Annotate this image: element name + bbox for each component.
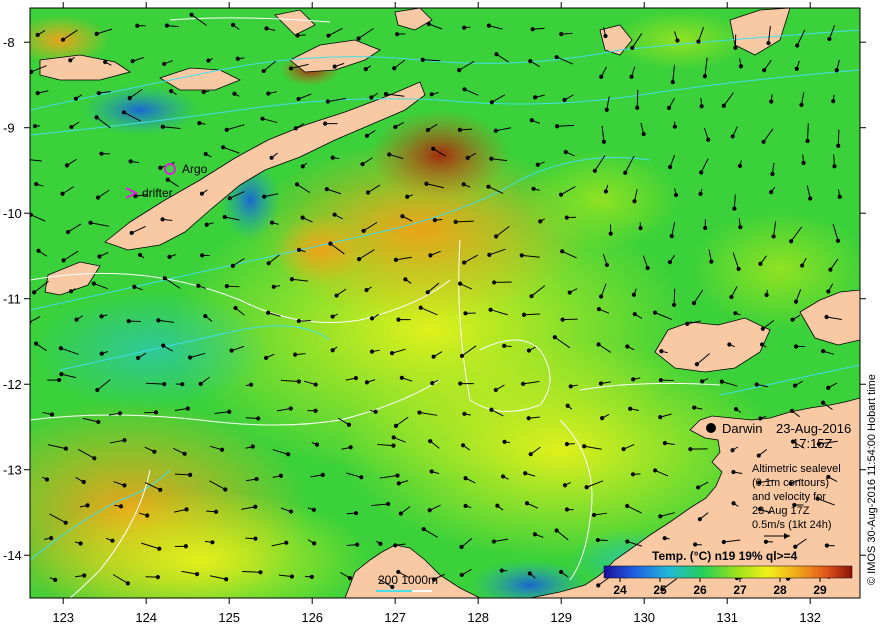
lon-tick-label: 127 <box>384 610 406 625</box>
lat-tick-label: -12 <box>3 377 22 392</box>
lon-tick-label: 125 <box>218 610 240 625</box>
colorbar-tick-label: 25 <box>653 583 667 597</box>
lon-tick-label: 130 <box>633 610 655 625</box>
lat-tick-label: -9 <box>3 121 15 136</box>
colorbar-tick-label: 26 <box>693 583 707 597</box>
colorbar-tick-label: 24 <box>613 583 627 597</box>
lon-tick-label: 123 <box>52 610 74 625</box>
legend-line: and velocity for <box>752 491 826 503</box>
lon-tick-labels: 123 124 125 126 127 128 129 130 131 132 <box>52 610 821 625</box>
lon-tick-label: 128 <box>467 610 489 625</box>
legend-line: Altimetric sealevel <box>752 463 841 475</box>
lat-tick-label: -10 <box>3 206 22 221</box>
legend-line: 0.5m/s (1kt 24h) <box>752 519 831 531</box>
drifter-label: drifter <box>142 186 173 200</box>
sst-map: 123 124 125 126 127 128 129 130 131 132 -8 -9 -10 -1… <box>3 2 878 625</box>
lon-tick-label: 124 <box>135 610 157 625</box>
legend-line: (0.1m contours) <box>752 477 829 489</box>
lon-tick-label: 131 <box>716 610 738 625</box>
colorbar-tick-label: 27 <box>733 583 747 597</box>
credit-text: © IMOS 30-Aug-2016 11:54:00 Hobart time <box>866 374 878 585</box>
lat-tick-labels: -8 -9 -10 -11 -12 -13 -14 <box>3 35 22 563</box>
colorbar-tick-label: 29 <box>813 583 827 597</box>
lat-tick-label: -14 <box>3 548 22 563</box>
lon-tick-label: 132 <box>799 610 821 625</box>
time-label: 17:15Z <box>792 436 833 451</box>
lon-tick-label: 129 <box>550 610 572 625</box>
lat-tick-label: -13 <box>3 463 22 478</box>
colorbar-gradient <box>603 565 853 579</box>
lat-tick-label: -11 <box>3 292 21 307</box>
lon-tick-label: 126 <box>301 610 323 625</box>
colorbar-tick-label: 28 <box>773 583 787 597</box>
legend-line: 23-Aug 17Z <box>752 505 810 517</box>
date-label: 23-Aug-2016 <box>776 421 851 436</box>
argo-label: Argo <box>182 162 208 176</box>
colorbar-title: Temp. (°C) n19 19% ql>=4 <box>652 549 798 563</box>
darwin-dot-icon <box>706 423 716 433</box>
depth-scale-label: 200 1000m <box>378 573 438 587</box>
lat-tick-label: -8 <box>3 35 15 50</box>
darwin-label: Darwin <box>722 421 762 436</box>
